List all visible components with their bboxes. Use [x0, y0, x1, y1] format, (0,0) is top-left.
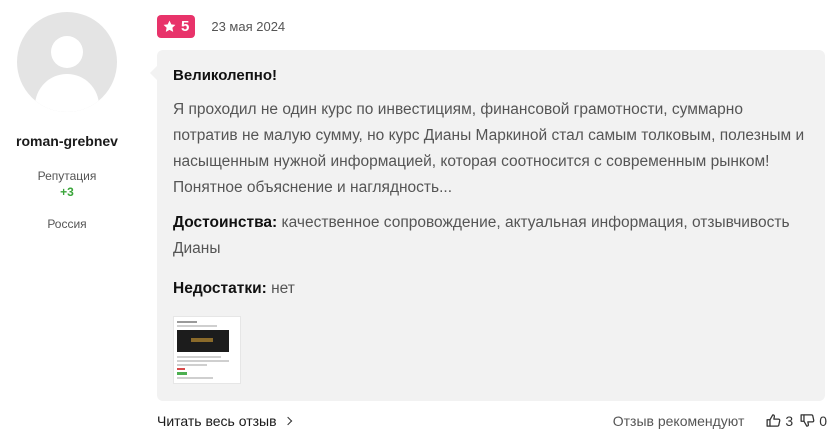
author-country: Россия	[47, 217, 87, 231]
rating-value: 5	[181, 18, 190, 35]
thumb-line	[177, 356, 221, 358]
thumb-green-mark	[177, 372, 187, 375]
read-more-label: Читать весь отзыв	[157, 412, 277, 429]
chevron-right-icon	[283, 416, 292, 425]
review-text: Я проходил не один курс по инвестициям, …	[173, 101, 805, 196]
read-full-review-link[interactable]: Читать весь отзыв	[157, 412, 292, 429]
review-bubble: Великолепно! Я проходил не один курс по …	[150, 50, 825, 401]
review-attachment-thumbnail[interactable]	[173, 316, 241, 384]
review-meta: 5 23 мая 2024	[157, 15, 285, 38]
recommend-block: Отзыв рекомендуют 3 0	[613, 412, 827, 429]
review-footer: Читать весь отзыв Отзыв рекомендуют 3 0	[157, 412, 827, 429]
author-username[interactable]: roman-grebnev	[0, 133, 134, 149]
review-title: Великолепно!	[173, 67, 277, 84]
recommend-label: Отзыв рекомендуют	[612, 412, 745, 429]
thumbs-up-icon	[766, 414, 781, 427]
thumb-line	[177, 364, 207, 366]
thumb-line	[177, 377, 213, 379]
thumb-line	[177, 360, 229, 362]
like-count: 3	[785, 412, 794, 429]
review-pros: Достоинства: качественное сопровождение,…	[173, 210, 809, 262]
dislike-button[interactable]: 0	[799, 412, 827, 429]
reputation-label: Репутация	[37, 169, 97, 183]
cons-label: Недостатки:	[173, 280, 267, 297]
like-button[interactable]: 3	[765, 412, 793, 429]
thumbs-down-icon	[800, 414, 815, 427]
avatar-head	[51, 36, 83, 68]
pros-label: Достоинства:	[173, 214, 278, 231]
rating-badge: 5	[157, 15, 196, 38]
cons-text: нет	[266, 280, 295, 297]
reputation-value: +3	[60, 185, 74, 199]
thumb-red-mark	[177, 368, 185, 370]
star-icon	[163, 20, 176, 32]
dislike-count: 0	[819, 412, 827, 429]
avatar-shoulders	[35, 74, 99, 112]
avatar[interactable]	[17, 12, 117, 112]
thumb-line	[177, 321, 197, 323]
thumb-image	[177, 330, 229, 352]
review-cons: Недостатки: нет	[173, 276, 809, 302]
review-date: 23 мая 2024	[211, 19, 286, 34]
author-panel: roman-grebnev Репутация +3 Россия	[0, 12, 134, 231]
thumb-line	[177, 325, 217, 327]
